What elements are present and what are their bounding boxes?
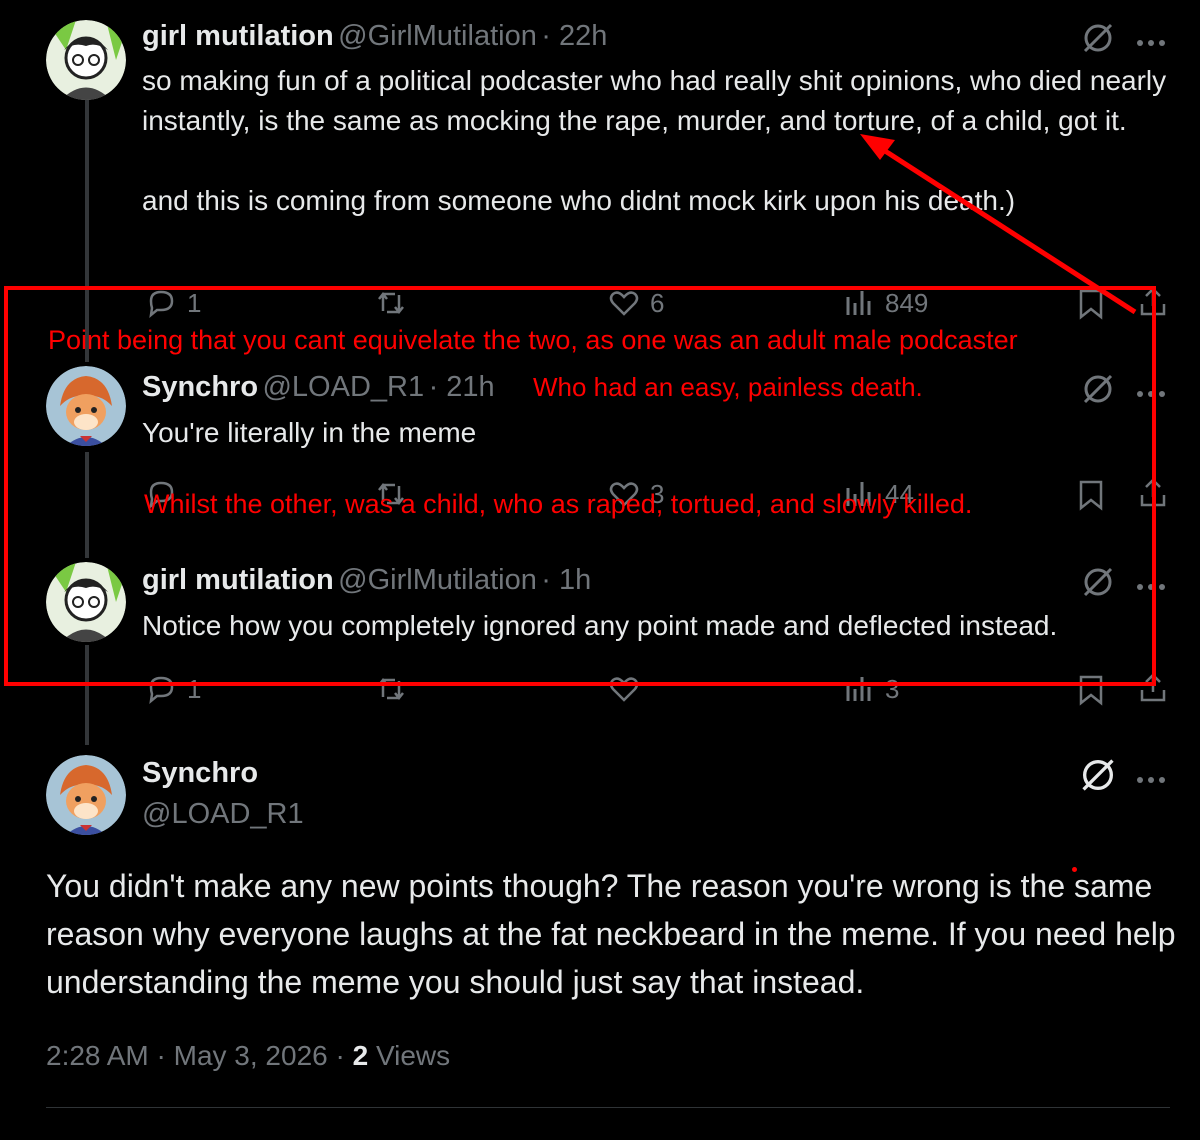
author-handle[interactable]: @LOAD_R1 xyxy=(142,798,304,831)
post-meta: 2:28 AM · May 3, 2026 · 2 Views xyxy=(46,1040,450,1072)
annotation-text: Who had an easy, painless death. xyxy=(533,372,923,402)
annotation-text: Whilst the other, was a child, who as ra… xyxy=(144,489,973,519)
more-icon[interactable] xyxy=(1136,771,1166,789)
main-post-text: You didn't make any new points though? T… xyxy=(46,868,1185,1000)
grok-icon[interactable] xyxy=(1078,755,1118,800)
author-name[interactable]: Synchro xyxy=(142,757,258,790)
views-label: Views xyxy=(368,1040,451,1071)
divider xyxy=(46,1107,1170,1108)
post-timestamp[interactable]: 2:28 AM · May 3, 2026 · xyxy=(46,1040,353,1071)
annotation-dot xyxy=(1072,867,1077,872)
avatar[interactable] xyxy=(46,755,126,835)
views-count: 2 xyxy=(352,1040,369,1071)
annotation-text: Point being that you cant equivelate the… xyxy=(48,325,1018,355)
